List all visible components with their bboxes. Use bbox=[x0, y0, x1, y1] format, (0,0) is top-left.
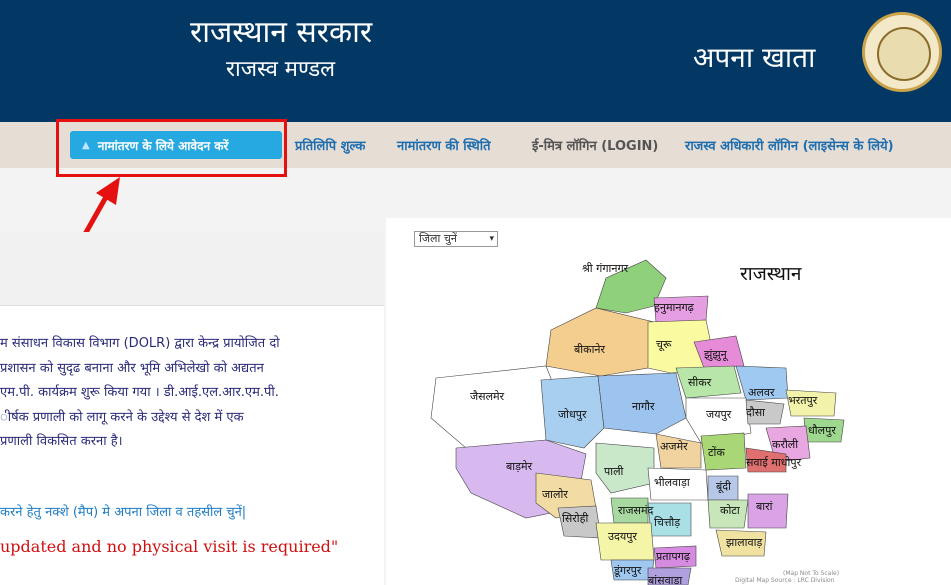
label-jhalawar: झालावाड़ bbox=[726, 536, 762, 549]
label-barmer: बाड़मेर bbox=[506, 460, 533, 473]
site-header: राजस्थान सरकार राजस्व मण्डल अपना खाता bbox=[0, 0, 951, 122]
map-hint-text: करने हेतु नक्शे (मैप) मे अपना जिला व तहस… bbox=[0, 505, 247, 520]
label-pratapgarh: प्रतापगढ़ bbox=[656, 550, 691, 563]
panel-header bbox=[0, 232, 384, 306]
label-sirohi: सिरोही bbox=[562, 512, 588, 525]
label-dausa: दौसा bbox=[746, 406, 765, 419]
district-select-value: जिला चुनें bbox=[419, 232, 457, 245]
label-jhunjhunu: झुंझुनू bbox=[704, 348, 729, 362]
label-tonk: टोंक bbox=[708, 446, 725, 459]
info-panel: म संसाधन विकास विभाग (DOLR) द्वारा केन्द… bbox=[0, 232, 384, 585]
label-udaipur: उदयपुर bbox=[608, 530, 637, 543]
government-seal-logo bbox=[862, 12, 942, 92]
label-rajsamand: राजसमंद bbox=[618, 504, 654, 517]
nav-emitra-login[interactable]: ई-मित्र लॉगिन (LOGIN) bbox=[532, 136, 658, 154]
nav-revenue-officer-login[interactable]: राजस्व अधिकारी लॉगिन (लाइसेन्स के लिये) bbox=[685, 136, 894, 154]
label-sawai-madhopur: सवाई माधोपुर bbox=[746, 456, 802, 469]
label-bundi: बूंदी bbox=[716, 480, 731, 494]
notice-text: updated and no physical visit is require… bbox=[0, 537, 339, 556]
label-bhilwara: भीलवाड़ा bbox=[654, 476, 690, 489]
label-chittorgarh: चित्तौड़ bbox=[654, 516, 680, 529]
label-jaisalmer: जैसलमेर bbox=[470, 390, 505, 403]
label-jodhpur: जोधपुर bbox=[558, 408, 587, 421]
label-pali: पाली bbox=[604, 465, 624, 478]
label-banswara: बांसवाड़ा bbox=[648, 574, 682, 585]
header-title: राजस्थान सरकार bbox=[190, 15, 373, 50]
chevron-down-icon: ▾ bbox=[489, 234, 494, 244]
label-kota: कोटा bbox=[720, 504, 740, 517]
label-jalore: जालोर bbox=[542, 488, 568, 501]
label-bharatpur: भरतपुर bbox=[788, 394, 818, 407]
label-bikaner: बीकानेर bbox=[574, 343, 606, 356]
label-dungarpur: डूंगरपुर bbox=[613, 564, 642, 578]
label-baran: बारां bbox=[756, 500, 773, 513]
label-nagaur: नागौर bbox=[632, 400, 655, 413]
label-sri-ganganagar: श्री गंगानगर bbox=[582, 262, 629, 275]
label-sikar: सीकर bbox=[688, 376, 712, 389]
label-jaipur: जयपुर bbox=[706, 408, 732, 421]
label-churu: चूरू bbox=[656, 338, 672, 352]
label-hanumangarh: हनुमानगढ़ bbox=[654, 301, 695, 314]
map-title: राजस्थान bbox=[740, 263, 802, 285]
label-dholpur: धौलपुर bbox=[808, 424, 836, 437]
app-name: अपना खाता bbox=[693, 41, 816, 74]
intro-paragraph: म संसाधन विकास विभाग (DOLR) द्वारा केन्द… bbox=[0, 336, 280, 449]
map-credit: (Map Not To Scale) Digital Map Source : … bbox=[735, 570, 840, 584]
nav-copy-fee[interactable]: प्रतिलिपि शुल्क bbox=[295, 136, 365, 154]
highlight-annotation bbox=[56, 119, 287, 177]
district-select[interactable]: जिला चुनें ▾ bbox=[414, 231, 498, 247]
nav-mutation-status[interactable]: नामांतरण की स्थिति bbox=[397, 136, 491, 154]
district-bikaner[interactable] bbox=[545, 307, 655, 377]
label-karauli: करौली bbox=[772, 438, 798, 451]
header-subtitle: राजस्व मण्डल bbox=[226, 57, 336, 82]
label-alwar: अलवर bbox=[748, 386, 775, 399]
label-ajmer: अजमेर bbox=[660, 440, 688, 453]
rajasthan-map: श्री गंगानगर हनुमानगढ़ बीकानेर चूरू झुंझ… bbox=[430, 259, 845, 585]
